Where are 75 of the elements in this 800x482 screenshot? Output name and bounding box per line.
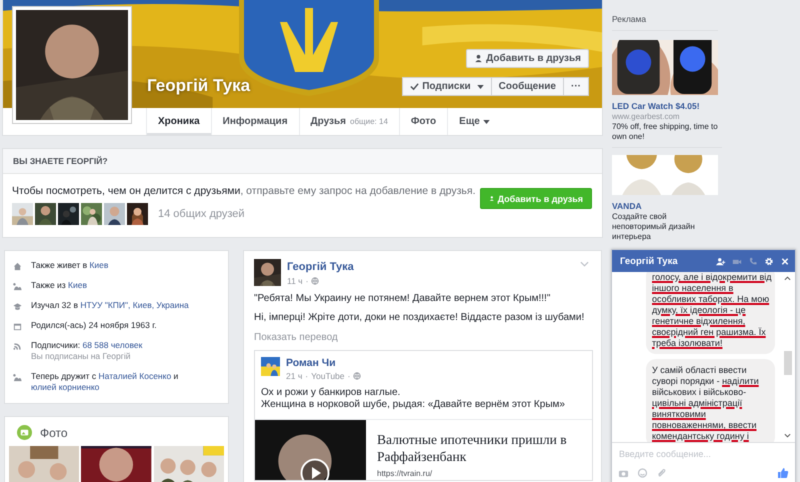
scrollbar-thumb[interactable]: [784, 351, 792, 375]
add-person-icon: [489, 194, 495, 203]
play-icon[interactable]: [300, 458, 330, 480]
intro-text: Также из Киев: [31, 280, 87, 291]
intro-link[interactable]: Киев: [89, 260, 108, 270]
profile-tab[interactable]: Информация: [210, 108, 299, 135]
ad-text: Создайте свой неповторимый дизайн интерьера: [612, 212, 696, 242]
intro-text: Изучал 32 в НТУУ "КПИ", Киев, Украина: [31, 300, 189, 311]
thumbs-up-icon[interactable]: [777, 467, 789, 479]
ad-title[interactable]: LED Car Watch $4.05!: [612, 101, 722, 111]
separator-dot: ·: [306, 276, 308, 286]
intro-text: Теперь дружит с Наталией Косенко и юлией корниенко: [31, 371, 180, 393]
profile-tab[interactable]: Хроника: [146, 108, 211, 135]
graduation-cap-icon: [13, 302, 22, 311]
separator-dot: ·: [305, 371, 308, 381]
message-text: треба ізолювати!: [652, 338, 724, 349]
message-text: військових і військово-: [652, 387, 748, 398]
ad-domain: www.gearbest.com: [612, 112, 681, 121]
ad-text: 70% off, free shipping, time to own one!: [612, 122, 719, 142]
separator-dot: ·: [348, 371, 350, 381]
message-text: У самій області ввести: [652, 365, 748, 376]
intro-link[interactable]: НТУУ "КПИ", Киев, Украина: [80, 300, 189, 310]
settings-icon[interactable]: [764, 256, 774, 266]
phone-icon[interactable]: [748, 256, 758, 266]
feed-icon: [13, 342, 22, 351]
message-text: генетичне відхилення,: [652, 316, 746, 327]
card-title: ВЫ ЗНАЕТЕ ГЕОРГІЙ?: [3, 149, 602, 174]
friend-request-hint: Чтобы посмотреть, чем он делится с друзьями, отправьте ему запрос на добавление в друзья.: [12, 185, 476, 197]
intro-link[interactable]: Наталией Косенко: [98, 371, 172, 381]
intro-text: Подписчики: 68 588 человек: [31, 340, 142, 351]
globe-icon: [311, 277, 320, 285]
intro-link[interactable]: Киев: [68, 280, 87, 290]
globe-icon: [353, 372, 362, 380]
scroll-down-icon[interactable]: [784, 433, 791, 438]
chevron-down-icon[interactable]: [580, 261, 589, 267]
message-text: комендантську годину і: [652, 431, 750, 442]
message-text: думку, їх ідеологія - це: [652, 305, 747, 316]
ad-title[interactable]: VANDA: [612, 201, 722, 211]
message-text: голосу, але і відокремити від: [652, 272, 770, 283]
profile-tab[interactable]: Еще: [447, 108, 501, 135]
add-person-icon[interactable]: [716, 256, 726, 266]
post-text: Ні, імперці! Жріте доти, доки не поздихаєте! Віддасте разом із шубами!: [254, 311, 586, 324]
link-title[interactable]: Валютные ипотечники пришли в Раффайзенбанк: [377, 431, 601, 465]
section-title: Фото: [40, 426, 68, 440]
author-name[interactable]: Роман Чи: [286, 357, 362, 369]
intro-link[interactable]: 68 588 человек: [82, 340, 142, 350]
message-text: суворі порядки - наділити: [652, 376, 760, 387]
link-url: https://tvrain.ru/: [377, 469, 434, 478]
intro-text: Также живет в Киев: [31, 260, 108, 271]
profile-tab[interactable]: Друзья общие: 14: [298, 108, 399, 135]
message-text: цивільні адміністрації: [652, 398, 744, 409]
post-text: "Ребята! Мы Украину не потянем! Давайте вернем этот Крым!!!": [254, 292, 552, 305]
message-text: повноваженнями, ввести: [652, 420, 758, 431]
scroll-up-icon[interactable]: [784, 276, 791, 281]
profile-tab[interactable]: Фото: [398, 108, 448, 135]
post-text: Женщина в норковой шубе, рыдая: «Давайте вернём этот Крым»: [261, 399, 566, 411]
message-text: винятковими: [652, 409, 707, 420]
message-text: іншого населення в: [652, 283, 734, 294]
message-text: своєрідний ген рашизма. Їх: [652, 327, 767, 338]
calendar-icon: [13, 322, 22, 331]
caret-icon: [482, 120, 490, 124]
close-icon[interactable]: [780, 256, 790, 266]
photo-icon: [17, 425, 32, 440]
paperclip-icon[interactable]: [656, 468, 667, 478]
camera-icon[interactable]: [618, 468, 629, 478]
intro-text: Родился(-ась) 24 ноября 1963 г.: [31, 320, 157, 331]
house-icon: [13, 262, 22, 271]
smiley-icon[interactable]: [637, 468, 648, 478]
message-input[interactable]: Введите сообщение...: [612, 442, 795, 465]
intro-subtext: Вы подписаны на Георгій: [31, 351, 132, 362]
intro-link[interactable]: юлией корниенко: [31, 382, 100, 392]
ads-heading: Реклама: [612, 14, 718, 31]
post-text: Ох и рожи у банкиров наглые.: [261, 387, 402, 399]
message-text: особливих таборах. На мою: [652, 294, 770, 305]
author-name[interactable]: Георгій Тука: [287, 261, 354, 273]
